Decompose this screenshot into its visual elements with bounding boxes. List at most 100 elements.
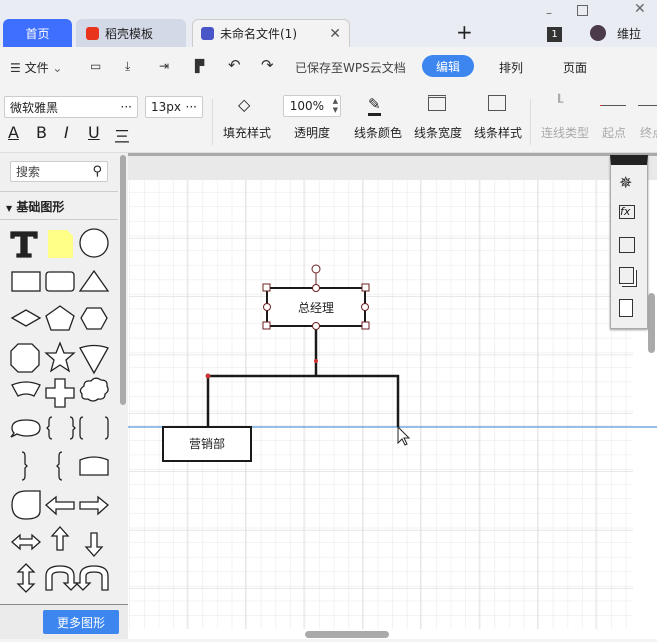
tab-home[interactable]: 首页 (3, 19, 72, 47)
formula-icon[interactable]: fx (619, 205, 635, 219)
search-icon[interactable]: ⚲ (92, 164, 102, 179)
line-color-button[interactable]: 线条颜色 (354, 124, 402, 141)
shape-brace-single[interactable] (21, 451, 63, 481)
sidebar-scrollbar[interactable] (120, 155, 126, 405)
minimize-icon[interactable]: – (546, 6, 552, 20)
shape-arrow-up[interactable] (50, 526, 70, 551)
more-shapes-label: 更多图形 (56, 615, 105, 630)
pencil-icon[interactable]: ✎ (368, 95, 381, 116)
shape-cloud[interactable] (79, 377, 109, 402)
connector-midpoint-handle[interactable] (314, 359, 318, 363)
top-ruler (128, 153, 657, 156)
window-count-badge[interactable]: 1 (547, 27, 562, 42)
section-basic-shapes[interactable]: ▼ 基础图形 (6, 198, 64, 215)
divider (0, 191, 118, 192)
shape-arrow-left[interactable] (44, 495, 75, 516)
italic-icon[interactable]: I (64, 123, 69, 142)
font-size-select[interactable]: 13px ··· (145, 96, 203, 118)
chevron-down-icon: ⌄ (48, 60, 63, 75)
shape-circle[interactable] (79, 228, 109, 258)
opacity-input[interactable]: 100% ▲ ▼ (283, 95, 341, 117)
line-width-button[interactable]: 线条宽度 (414, 124, 462, 141)
main-toolbar: ☰ 文件 ⌄ ▭ ⤓ ⇥ ▛ ↶ ↷ 已保存至WPS云文档 编辑 排列 页面 (0, 47, 657, 87)
connector-icon[interactable]: ┖ (555, 95, 563, 111)
resize-page-icon[interactable] (619, 237, 635, 253)
undo-icon[interactable]: ↶ (228, 56, 241, 74)
maximize-icon[interactable] (577, 5, 588, 16)
stepper-icon[interactable]: ▲ ▼ (333, 97, 338, 115)
download-icon[interactable]: ⤓ (125, 59, 130, 74)
connector-endpoint-handle[interactable] (205, 373, 211, 379)
fill-bucket-icon[interactable]: ◇ (238, 95, 250, 114)
shape-rectangle[interactable] (11, 271, 41, 292)
line-end-icon[interactable] (638, 105, 657, 106)
shape-u-turn-arrow-left[interactable] (74, 565, 109, 591)
horizontal-scrollbar[interactable] (305, 631, 389, 638)
line-style-button[interactable]: 线条样式 (474, 124, 522, 141)
shape-arrow-both[interactable] (11, 533, 41, 551)
vertical-scrollbar[interactable] (648, 293, 655, 353)
font-color-icon[interactable]: A (8, 123, 19, 142)
shape-teardrop[interactable] (11, 490, 41, 520)
shape-funnel[interactable] (79, 344, 109, 375)
shape-arc-band[interactable] (11, 381, 41, 397)
file-menu[interactable]: ☰ 文件 ⌄ (10, 59, 62, 76)
line-width-icon[interactable] (428, 95, 446, 111)
user-name[interactable]: 维拉 (617, 25, 641, 42)
scroll-track (128, 630, 657, 639)
close-tab-icon[interactable]: ✕ (329, 26, 341, 42)
tab-label: 未命名文件(1) (220, 27, 297, 41)
more-shapes-button[interactable]: 更多图形 (43, 610, 119, 634)
docer-logo-icon (86, 26, 99, 40)
tab-edit[interactable]: 编辑 (422, 55, 474, 77)
tab-arrange[interactable]: 排列 (499, 59, 523, 76)
shape-cross[interactable] (45, 378, 75, 408)
line-start-button[interactable]: 起点 (602, 124, 626, 141)
shape-octagon[interactable] (10, 343, 40, 373)
canvas-svg[interactable]: 总经理 营销部 (128, 153, 657, 639)
shape-arrow-right[interactable] (79, 495, 110, 516)
shape-arrow-down[interactable] (84, 532, 104, 557)
tab-page[interactable]: 页面 (563, 59, 587, 76)
shape-tape[interactable] (79, 456, 109, 476)
line-start-icon[interactable] (600, 105, 626, 106)
title-bar: 首页 稻壳模板 未命名文件(1) ✕ + – ✕ 1 维拉 (0, 0, 657, 47)
format-painter-icon[interactable]: ▛ (195, 59, 204, 73)
shape-arrow-vertical[interactable] (16, 563, 36, 593)
redo-icon[interactable]: ↷ (261, 56, 274, 74)
shape-note[interactable] (48, 230, 73, 258)
close-window-icon[interactable]: ✕ (634, 1, 646, 17)
shape-star[interactable] (44, 341, 76, 373)
shape-text[interactable] (10, 231, 38, 258)
tab-file[interactable]: 未命名文件(1) ✕ (192, 19, 350, 47)
navigator-compass-icon[interactable]: ✵ (619, 173, 639, 193)
shape-pentagon[interactable] (45, 305, 75, 331)
connector-type-button[interactable]: 连线类型 (541, 124, 589, 141)
shape-u-turn-arrow[interactable] (45, 565, 80, 591)
diagram-canvas[interactable]: 总经理 营销部 (128, 153, 657, 639)
shape-search-input[interactable]: 搜索 ⚲ (10, 161, 108, 182)
shape-rounded-rectangle[interactable] (45, 271, 75, 292)
strikethrough-icon[interactable]: 三 (114, 123, 130, 147)
save-icon[interactable]: ▭ (90, 59, 101, 73)
shape-speech-bubble[interactable] (10, 419, 41, 438)
line-style-icon[interactable] (488, 95, 506, 111)
avatar[interactable] (590, 25, 606, 41)
shape-diamond[interactable] (10, 309, 42, 327)
shape-hexagon[interactable] (80, 307, 108, 330)
line-end-button[interactable]: 终点 (640, 124, 657, 141)
fill-style-button[interactable]: 填充样式 (223, 124, 271, 141)
shape-triangle[interactable] (78, 269, 110, 292)
format-panel-icon[interactable] (619, 267, 634, 284)
edit-label: 编辑 (435, 59, 460, 74)
page-icon[interactable] (619, 299, 633, 317)
new-tab-button[interactable]: + (456, 20, 473, 44)
shape-braces[interactable] (46, 416, 109, 440)
right-tool-panel: ✵ fx (610, 155, 648, 329)
grid (129, 180, 633, 629)
font-select[interactable]: 微软雅黑 ··· (4, 96, 138, 118)
bold-icon[interactable]: B (36, 123, 47, 142)
export-icon[interactable]: ⇥ (159, 59, 169, 73)
underline-icon[interactable]: U (88, 123, 100, 142)
tab-templates[interactable]: 稻壳模板 (76, 19, 186, 47)
